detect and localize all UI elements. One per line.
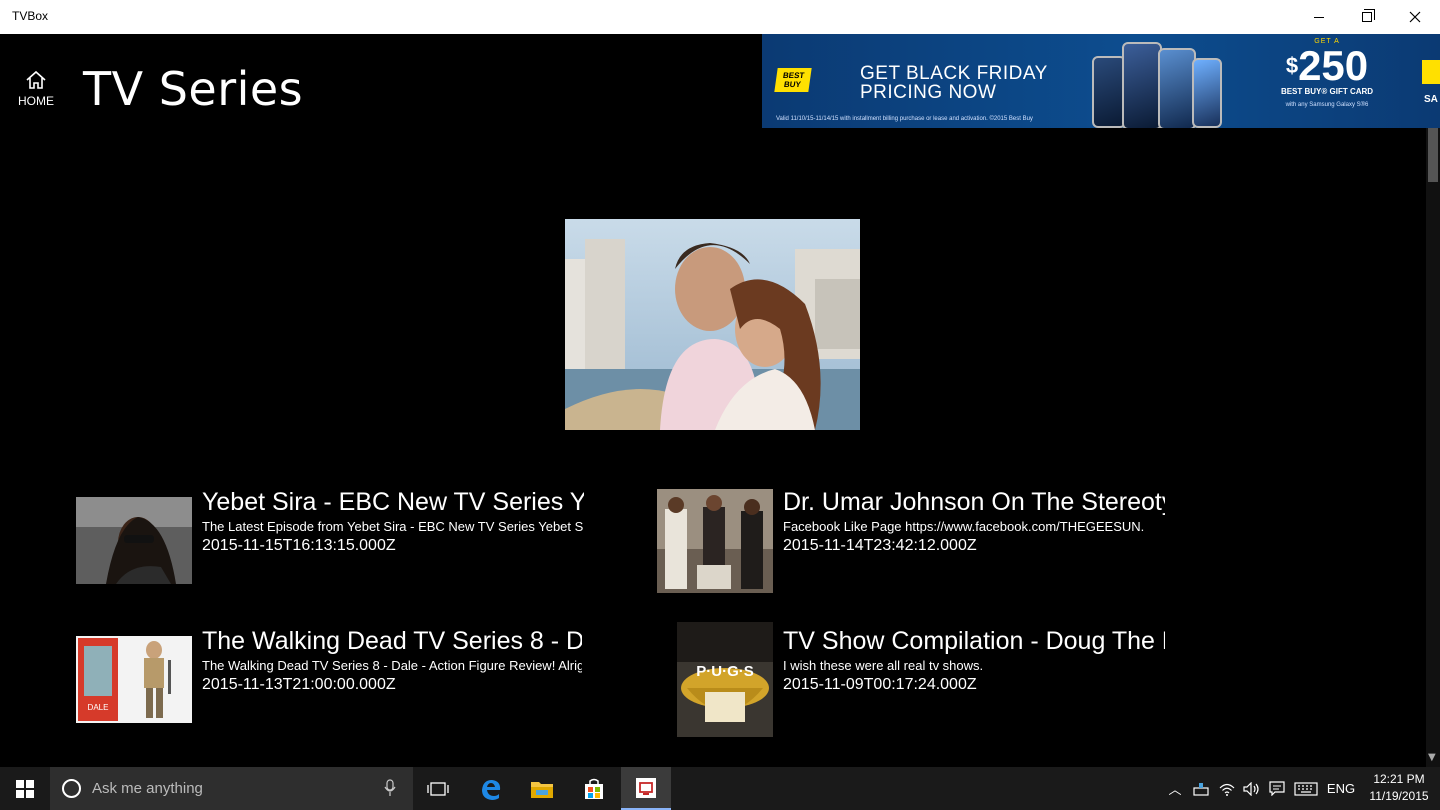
window-title: TVBox: [12, 9, 49, 23]
video-title: The Walking Dead TV Series 8 - Dale: [202, 627, 582, 655]
video-date: 2015-11-14T23:42:12.000Z: [783, 537, 977, 554]
video-text: Dr. Umar Johnson On The Stereotypes Face…: [783, 487, 1165, 556]
video-thumbnail[interactable]: [76, 497, 192, 584]
show-hidden-icons-button[interactable]: ︿: [1163, 767, 1187, 810]
clock-time: 12:21 PM: [1373, 772, 1425, 786]
tvbox-taskbar-button[interactable]: [621, 767, 671, 810]
wifi-button[interactable]: [1215, 767, 1239, 810]
video-date: 2015-11-15T16:13:15.000Z: [202, 537, 396, 554]
tvbox-app-icon: [636, 777, 656, 798]
video-thumbnail[interactable]: P·U·G·S: [677, 622, 773, 737]
ad-banner[interactable]: BEST BUY GET BLACK FRIDAY PRICING NOW Val…: [762, 34, 1440, 128]
window-titlebar: TVBox: [0, 0, 1440, 34]
video-date: 2015-11-09T00:17:24.000Z: [783, 676, 977, 693]
ad-edge-text: SA: [1424, 94, 1438, 105]
speaker-icon: [1243, 781, 1259, 796]
task-view-icon: [427, 781, 449, 796]
vertical-scrollbar[interactable]: [1426, 128, 1440, 767]
phones-image: [1092, 38, 1232, 128]
store-button[interactable]: [569, 767, 619, 810]
page-title: TV Series: [83, 62, 304, 116]
folder-icon: [531, 781, 553, 798]
system-clock[interactable]: 12:21 PM 11/19/2015: [1362, 771, 1436, 805]
start-button[interactable]: [0, 767, 50, 810]
clock-date: 11/19/2015: [1369, 789, 1429, 803]
file-explorer-button[interactable]: [517, 767, 567, 810]
input-language-button[interactable]: ENG: [1324, 767, 1358, 810]
scroll-down-arrow-icon[interactable]: ▼: [1428, 752, 1436, 763]
touch-keyboard-button[interactable]: [1291, 767, 1321, 810]
video-text: TV Show Compilation - Doug The Pug I wis…: [783, 626, 1165, 695]
video-text: Yebet Sira - EBC New TV Series Yebet Sir…: [202, 487, 584, 556]
video-title: Dr. Umar Johnson On The Stereotypes: [783, 488, 1165, 516]
video-thumbnail[interactable]: DALE: [76, 636, 192, 723]
search-placeholder: Ask me anything: [92, 780, 203, 797]
video-list-item[interactable]: Yebet Sira - EBC New TV Series Yebet Sir…: [76, 487, 596, 605]
ad-headline-line2: PRICING NOW: [860, 82, 997, 103]
cortana-icon: [62, 779, 81, 798]
home-icon: [26, 70, 46, 89]
chevron-up-icon: ︿: [1168, 782, 1182, 797]
keyboard-icon: [1294, 781, 1318, 796]
video-date: 2015-11-13T21:00:00.000Z: [202, 676, 396, 693]
app-content: HOME TV Series BEST BUY GET BLACK FRIDAY …: [0, 34, 1440, 767]
action-center-button[interactable]: [1265, 767, 1289, 810]
network-device-button[interactable]: [1189, 767, 1213, 810]
ad-headline: GET BLACK FRIDAY PRICING NOW: [860, 64, 1048, 102]
cortana-search-box[interactable]: Ask me anything: [50, 767, 413, 810]
ad-headline-line1: GET BLACK FRIDAY: [860, 63, 1048, 84]
edge-browser-button[interactable]: [466, 767, 516, 810]
featured-image[interactable]: [565, 219, 860, 430]
store-icon: [585, 778, 603, 799]
restore-icon: [1362, 9, 1375, 22]
video-description: The Walking Dead TV Series 8 - Dale - Ac…: [202, 658, 582, 673]
ad-edge-tag: [1422, 60, 1440, 84]
offer-label: BEST BUY® GIFT CARD: [1280, 87, 1374, 96]
best-buy-logo: BEST BUY: [774, 68, 812, 92]
home-label: HOME: [18, 94, 54, 108]
usb-device-icon: [1193, 782, 1209, 796]
video-title: Yebet Sira - EBC New TV Series Yebet Sir…: [202, 488, 584, 516]
close-button[interactable]: [1392, 0, 1438, 34]
video-text: The Walking Dead TV Series 8 - Dale The …: [202, 626, 582, 695]
offer-amount: $250: [1285, 42, 1369, 89]
close-icon: [1409, 11, 1421, 23]
offer-condition: with any Samsung Galaxy S®6: [1285, 102, 1369, 108]
edge-icon: [482, 779, 501, 800]
windows-logo-icon: [16, 779, 34, 798]
home-button[interactable]: HOME: [10, 70, 62, 120]
minimize-button[interactable]: [1296, 0, 1342, 34]
video-description: The Latest Episode from Yebet Sira - EBC…: [202, 519, 584, 534]
wifi-icon: [1219, 783, 1235, 796]
video-list-item[interactable]: Dr. Umar Johnson On The Stereotypes Face…: [657, 487, 1177, 605]
video-thumbnail[interactable]: [657, 489, 773, 593]
video-description: I wish these were all real tv shows.: [783, 658, 984, 673]
video-list-item[interactable]: DALE The Walking Dead TV Series 8 - Dale…: [76, 626, 596, 744]
ad-offer: GET A $250 BEST BUY® GIFT CARD with any …: [1262, 38, 1392, 128]
notification-icon: [1269, 781, 1285, 796]
video-list-item[interactable]: P·U·G·S TV Show Compilation - Doug The P…: [657, 622, 1177, 744]
volume-button[interactable]: [1240, 767, 1264, 810]
taskbar: Ask me anything ︿ ENG 12:21 PM 11/19/201…: [0, 767, 1440, 810]
scrollbar-thumb[interactable]: [1428, 128, 1438, 182]
task-view-button[interactable]: [413, 767, 463, 810]
minimize-icon: [1314, 16, 1324, 18]
svg-text:DALE: DALE: [88, 703, 109, 712]
microphone-icon[interactable]: [384, 779, 396, 797]
video-title: TV Show Compilation - Doug The Pug: [783, 627, 1165, 655]
ad-fine-print: Valid 11/10/15-11/14/15 with installment…: [776, 116, 1033, 122]
svg-text:P·U·G·S: P·U·G·S: [696, 663, 754, 680]
video-description: Facebook Like Page https://www.facebook.…: [783, 519, 1145, 534]
restore-button[interactable]: [1344, 0, 1390, 34]
